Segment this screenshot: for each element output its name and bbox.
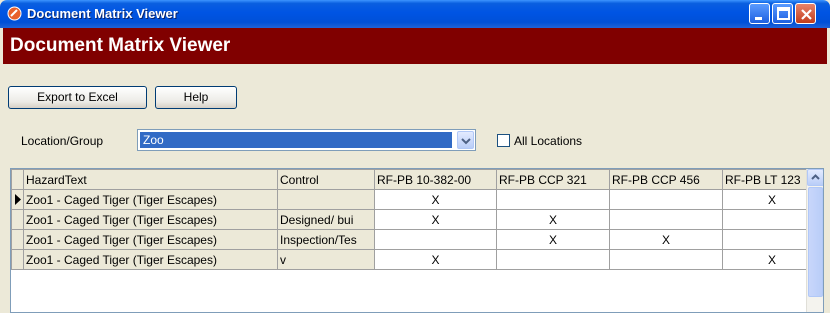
matrix-table: HazardText Control RF-PB 10-382-00 RF-PB… (11, 169, 822, 270)
current-row-arrow-icon (14, 194, 21, 205)
column-header-rf-pb-10-382-00[interactable]: RF-PB 10-382-00 (374, 169, 497, 190)
maximize-button[interactable] (772, 3, 793, 24)
control-cell[interactable]: Designed/ bui (277, 209, 375, 230)
row-selector[interactable] (11, 189, 24, 210)
matrix-cell[interactable] (496, 249, 610, 270)
scroll-up-button[interactable] (807, 169, 823, 186)
location-group-value: Zoo (140, 132, 452, 148)
all-locations-checkbox[interactable] (497, 134, 510, 147)
column-header-hazardtext[interactable]: HazardText (23, 169, 278, 190)
table-row[interactable]: Zoo1 - Caged Tiger (Tiger Escapes) X X (11, 189, 822, 210)
column-header-rf-pb-ccp-456[interactable]: RF-PB CCP 456 (609, 169, 723, 190)
chevron-down-icon (461, 138, 471, 145)
window-titlebar: Document Matrix Viewer (0, 0, 830, 28)
export-to-excel-button[interactable]: Export to Excel (8, 86, 147, 109)
matrix-cell[interactable]: X (374, 249, 497, 270)
header-row: HazardText Control RF-PB 10-382-00 RF-PB… (11, 169, 822, 190)
hazard-cell[interactable]: Zoo1 - Caged Tiger (Tiger Escapes) (23, 249, 278, 270)
minimize-button[interactable] (749, 3, 770, 24)
hazard-cell[interactable]: Zoo1 - Caged Tiger (Tiger Escapes) (23, 229, 278, 250)
column-header-rf-pb-ccp-321[interactable]: RF-PB CCP 321 (496, 169, 610, 190)
matrix-cell[interactable] (609, 209, 723, 230)
help-button[interactable]: Help (155, 86, 237, 109)
matrix-cell[interactable]: X (496, 209, 610, 230)
table-row[interactable]: Zoo1 - Caged Tiger (Tiger Escapes) Inspe… (11, 229, 822, 250)
matrix-grid[interactable]: HazardText Control RF-PB 10-382-00 RF-PB… (10, 168, 824, 313)
control-cell[interactable]: Inspection/Tes (277, 229, 375, 250)
matrix-cell[interactable]: X (374, 189, 497, 210)
banner-title: Document Matrix Viewer (10, 35, 231, 56)
close-button[interactable] (795, 3, 816, 24)
scroll-thumb[interactable] (808, 187, 823, 297)
hazard-cell[interactable]: Zoo1 - Caged Tiger (Tiger Escapes) (23, 209, 278, 230)
row-selector[interactable] (11, 209, 24, 230)
maximize-icon (777, 7, 790, 20)
location-group-select[interactable]: Zoo (137, 129, 476, 151)
close-icon (801, 9, 812, 20)
dropdown-button[interactable] (457, 131, 474, 149)
control-cell[interactable]: v (277, 249, 375, 270)
matrix-cell[interactable]: X (374, 209, 497, 230)
row-selector[interactable] (11, 229, 24, 250)
matrix-cell[interactable] (609, 249, 723, 270)
main-content: Export to Excel Help Location/Group Zoo … (3, 64, 827, 313)
location-group-label: Location/Group (21, 134, 104, 148)
vertical-scrollbar[interactable] (806, 169, 823, 312)
row-selector[interactable] (11, 249, 24, 270)
matrix-cell[interactable]: X (496, 229, 610, 250)
all-locations-label: All Locations (514, 134, 583, 148)
chevron-up-icon (811, 174, 820, 180)
row-selector-header (11, 169, 24, 190)
control-cell[interactable] (277, 189, 375, 210)
app-icon (7, 6, 22, 21)
hazard-cell[interactable]: Zoo1 - Caged Tiger (Tiger Escapes) (23, 189, 278, 210)
table-row[interactable]: Zoo1 - Caged Tiger (Tiger Escapes) Desig… (11, 209, 822, 230)
window-title: Document Matrix Viewer (27, 6, 178, 21)
table-row[interactable]: Zoo1 - Caged Tiger (Tiger Escapes) v X X (11, 249, 822, 270)
matrix-cell[interactable] (609, 189, 723, 210)
matrix-cell[interactable]: X (609, 229, 723, 250)
app-banner: Document Matrix Viewer (3, 28, 827, 64)
matrix-cell[interactable] (374, 229, 497, 250)
column-header-control[interactable]: Control (277, 169, 375, 190)
minimize-icon (755, 17, 762, 20)
matrix-cell[interactable] (496, 189, 610, 210)
